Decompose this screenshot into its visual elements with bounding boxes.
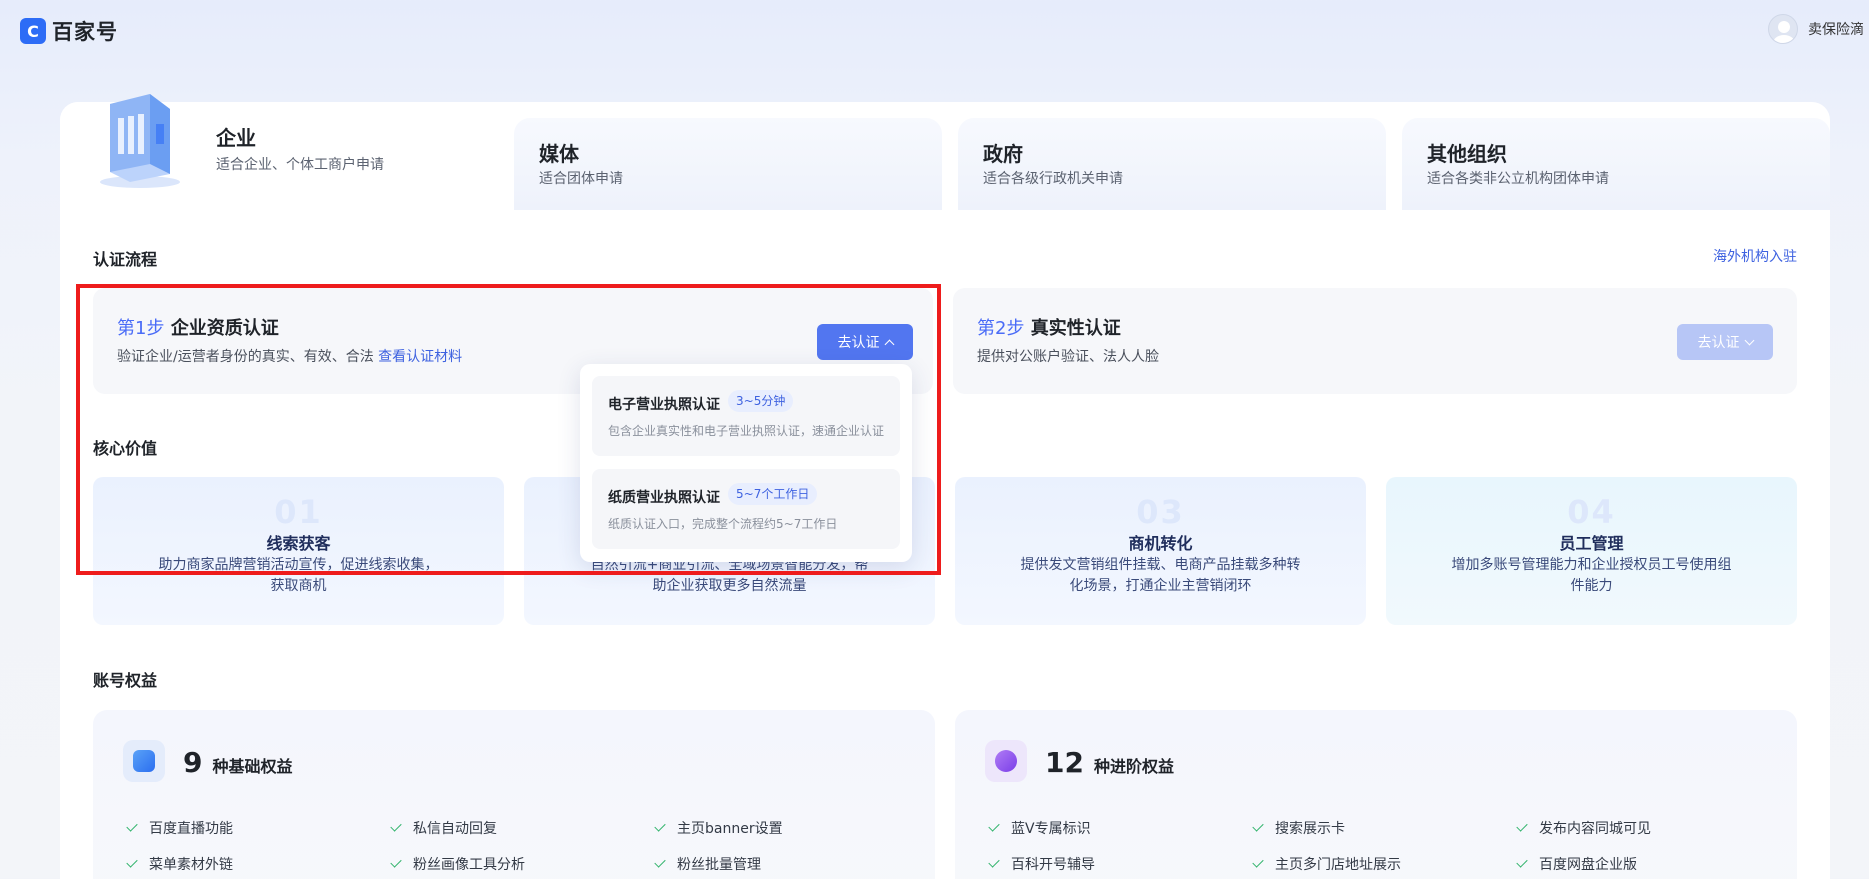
benefit-label: 种进阶权益 bbox=[1093, 757, 1174, 776]
value-card-4: 04 员工管理 增加多账号管理能力和企业授权员工号使用组件能力 bbox=[1386, 477, 1797, 625]
value-card-1: 01 线索获客 助力商家品牌营销活动宣传，促进线索收集，获取商机 bbox=[93, 477, 504, 625]
step2-heading: 第2步 真实性认证 bbox=[977, 314, 1121, 340]
benefit-item: 蓝V专属标识 bbox=[988, 818, 1091, 838]
check-icon bbox=[1252, 820, 1264, 832]
check-icon bbox=[988, 820, 1000, 832]
value-title: 商机转化 bbox=[1128, 534, 1193, 553]
check-icon bbox=[1516, 820, 1528, 832]
dropdown-item-title: 纸质营业执照认证 bbox=[608, 490, 720, 506]
tab-title: 企业 bbox=[216, 126, 256, 150]
check-icon bbox=[390, 820, 402, 832]
benefit-item: 主页banner设置 bbox=[654, 818, 783, 838]
time-badge: 5~7个工作日 bbox=[728, 483, 818, 505]
step2-verify-button: 去认证 bbox=[1677, 324, 1773, 360]
verify-method-dropdown: 电子营业执照认证 3~5分钟 包含企业真实性和电子营业执照认证，速通企业认证 纸… bbox=[580, 364, 912, 562]
value-number: 01 bbox=[274, 493, 323, 531]
benefit-item: 粉丝画像工具分析 bbox=[390, 854, 525, 874]
tab-government[interactable]: 政府 适合各级行政机关申请 bbox=[958, 118, 1386, 210]
tab-media[interactable]: 媒体 适合团体申请 bbox=[514, 118, 942, 210]
tab-subtitle: 适合各级行政机关申请 bbox=[983, 171, 1123, 187]
check-icon bbox=[1516, 856, 1528, 868]
check-icon bbox=[390, 856, 402, 868]
dropdown-item-description: 包含企业真实性和电子营业执照认证，速通企业认证 bbox=[608, 424, 885, 438]
gem-icon bbox=[985, 740, 1027, 782]
step2-name: 真实性认证 bbox=[1030, 318, 1121, 339]
step2-number: 第2步 bbox=[977, 318, 1025, 339]
value-number: 03 bbox=[1136, 493, 1185, 531]
logo-text: 百家号 bbox=[52, 20, 118, 44]
benefits-title: 账号权益 bbox=[93, 671, 158, 690]
benefit-item: 百度直播功能 bbox=[126, 818, 233, 838]
check-icon bbox=[654, 856, 666, 868]
chevron-down-icon bbox=[1744, 335, 1754, 345]
logo[interactable]: C 百家号 bbox=[20, 16, 118, 46]
check-icon bbox=[988, 856, 1000, 868]
button-label: 去认证 bbox=[1697, 335, 1740, 351]
step1-description: 验证企业/运营者身份的真实、有效、合法 查看认证材料 bbox=[117, 346, 462, 366]
time-badge: 3~5分钟 bbox=[728, 390, 794, 412]
avatar[interactable] bbox=[1768, 14, 1798, 44]
button-label: 去认证 bbox=[837, 335, 880, 351]
step1-desc-text: 验证企业/运营者身份的真实、有效、合法 bbox=[117, 349, 374, 365]
dropdown-item-title: 电子营业执照认证 bbox=[608, 397, 720, 413]
chevron-up-icon bbox=[884, 339, 894, 349]
step1-verify-button[interactable]: 去认证 bbox=[817, 324, 913, 360]
benefit-item: 发布内容同城可见 bbox=[1516, 818, 1651, 838]
tab-other-org[interactable]: 其他组织 适合各类非公立机构团体申请 bbox=[1402, 118, 1830, 210]
check-icon bbox=[126, 856, 138, 868]
building-icon bbox=[100, 94, 180, 188]
benefit-count: 9 bbox=[183, 746, 203, 779]
dropdown-item-description: 纸质认证入口，完成整个流程约5~7工作日 bbox=[608, 517, 838, 531]
dropdown-item-paper-license[interactable]: 纸质营业执照认证 5~7个工作日 纸质认证入口，完成整个流程约5~7工作日 bbox=[592, 469, 900, 549]
value-number: 04 bbox=[1567, 493, 1616, 531]
logo-icon: C bbox=[20, 18, 46, 44]
value-card-3: 03 商机转化 提供发文营销组件挂载、电商产品挂载多种转化场景，打通企业主营销闭… bbox=[955, 477, 1366, 625]
tab-subtitle: 适合企业、个体工商户申请 bbox=[216, 157, 384, 173]
tab-enterprise[interactable]: 企业 适合企业、个体工商户申请 bbox=[60, 94, 497, 210]
tab-title: 媒体 bbox=[539, 142, 579, 166]
benefit-label: 种基础权益 bbox=[212, 757, 293, 776]
tab-title: 其他组织 bbox=[1427, 142, 1507, 166]
view-materials-link[interactable]: 查看认证材料 bbox=[378, 349, 462, 365]
benefit-item: 百科开号辅导 bbox=[988, 854, 1095, 874]
step2-card: 第2步 真实性认证 提供对公账户验证、法人人脸 去认证 bbox=[953, 288, 1797, 394]
benefit-count: 12 bbox=[1045, 746, 1084, 779]
tab-subtitle: 适合团体申请 bbox=[539, 171, 623, 187]
value-title: 线索获客 bbox=[266, 534, 331, 553]
step1-heading: 第1步 企业资质认证 bbox=[117, 314, 279, 340]
basic-benefits-heading: 9 种基础权益 bbox=[183, 746, 293, 779]
benefit-item: 百度网盘企业版 bbox=[1516, 854, 1637, 874]
dropdown-item-electronic-license[interactable]: 电子营业执照认证 3~5分钟 包含企业真实性和电子营业执照认证，速通企业认证 bbox=[592, 376, 900, 456]
advanced-benefits-heading: 12 种进阶权益 bbox=[1045, 746, 1174, 779]
value-description: 增加多账号管理能力和企业授权员工号使用组件能力 bbox=[1451, 557, 1732, 594]
advanced-benefits-card: 12 种进阶权益 蓝V专属标识 搜索展示卡 发布内容同城可见 百科开号辅导 主页… bbox=[955, 710, 1797, 879]
core-value-title: 核心价值 bbox=[93, 439, 158, 458]
benefit-item: 菜单素材外链 bbox=[126, 854, 233, 874]
check-icon bbox=[1252, 856, 1264, 868]
step1-number: 第1步 bbox=[117, 318, 165, 339]
process-title: 认证流程 bbox=[93, 250, 158, 269]
value-description: 提供发文营销组件挂载、电商产品挂载多种转化场景，打通企业主营销闭环 bbox=[1020, 557, 1301, 594]
top-bar: C 百家号 卖保险滴 bbox=[0, 0, 1869, 62]
check-icon bbox=[126, 820, 138, 832]
step2-description: 提供对公账户验证、法人人脸 bbox=[977, 349, 1159, 365]
benefit-item: 主页多门店地址展示 bbox=[1252, 854, 1401, 874]
basic-benefits-card: 9 种基础权益 百度直播功能 私信自动回复 主页banner设置 菜单素材外链 … bbox=[93, 710, 935, 879]
check-icon bbox=[654, 820, 666, 832]
value-description: 助力商家品牌营销活动宣传，促进线索收集，获取商机 bbox=[158, 557, 439, 594]
benefit-item: 私信自动回复 bbox=[390, 818, 497, 838]
account-type-tabs: 企业 适合企业、个体工商户申请 媒体 适合团体申请 政府 适合各级行政机关申请 … bbox=[60, 94, 1830, 210]
tab-title: 政府 bbox=[983, 142, 1023, 166]
user-menu[interactable]: 卖保险滴 bbox=[1768, 14, 1864, 44]
user-name[interactable]: 卖保险滴 bbox=[1808, 19, 1864, 39]
tab-subtitle: 适合各类非公立机构团体申请 bbox=[1427, 171, 1609, 187]
benefit-item: 粉丝批量管理 bbox=[654, 854, 761, 874]
benefit-item: 搜索展示卡 bbox=[1252, 818, 1345, 838]
overseas-link[interactable]: 海外机构入驻 bbox=[1713, 246, 1797, 266]
step1-name: 企业资质认证 bbox=[170, 318, 279, 339]
value-title: 员工管理 bbox=[1559, 534, 1624, 553]
shield-check-icon bbox=[123, 740, 165, 782]
